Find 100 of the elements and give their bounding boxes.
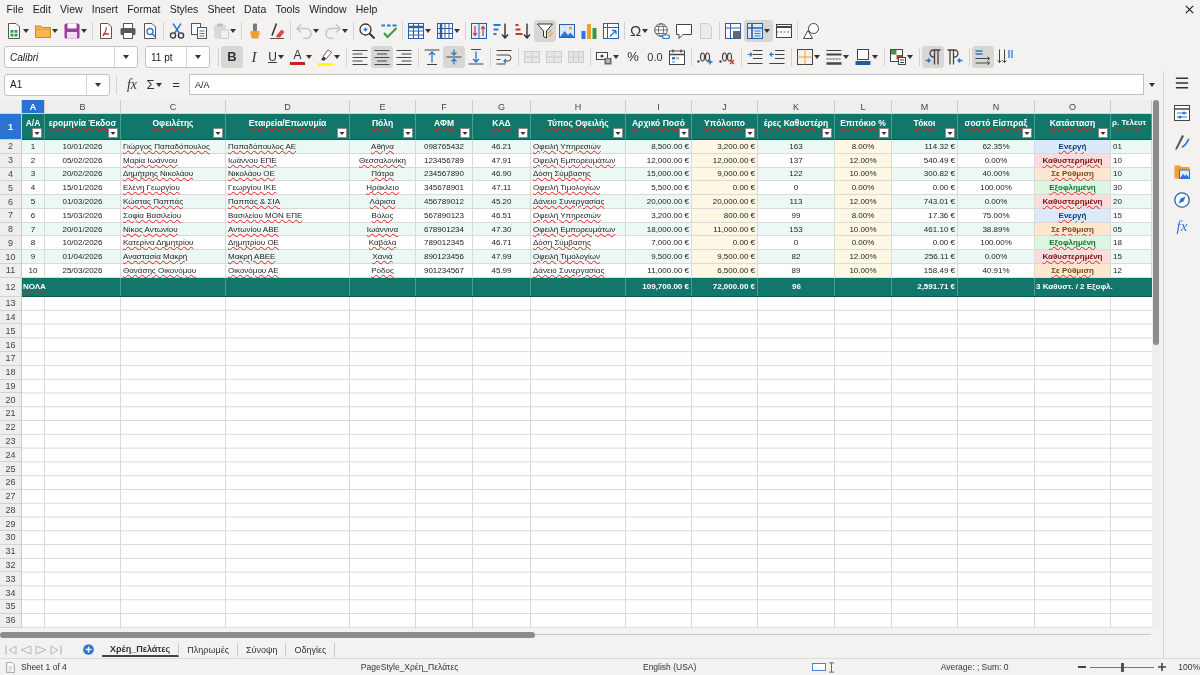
- colored-cells-icon[interactable]: [890, 49, 906, 65]
- slider-thumb[interactable]: [1120, 662, 1124, 672]
- row-number[interactable]: 16: [0, 338, 22, 352]
- percent-format-button[interactable]: %: [622, 46, 644, 68]
- caret-icon[interactable]: [334, 55, 340, 59]
- column-letter[interactable]: J: [692, 100, 758, 114]
- column-letter[interactable]: N: [958, 100, 1035, 114]
- column-letter[interactable]: H: [531, 100, 626, 114]
- text-cursor-icon[interactable]: [829, 661, 835, 673]
- color-bar-icon[interactable]: [318, 62, 333, 66]
- minus-icon[interactable]: [1078, 666, 1087, 668]
- highlighter-icon[interactable]: [319, 48, 332, 62]
- filter-dropdown-icon[interactable]: [213, 128, 223, 138]
- row-number[interactable]: 24: [0, 448, 22, 463]
- functions-button[interactable]: fx: [1174, 218, 1190, 235]
- caret-icon[interactable]: [814, 55, 820, 59]
- row-number[interactable]: 35: [0, 600, 22, 614]
- borders-icon[interactable]: [797, 49, 813, 65]
- column-letter[interactable]: D: [226, 100, 350, 114]
- color-bar-icon[interactable]: [290, 62, 305, 65]
- italic-button[interactable]: I: [243, 46, 265, 68]
- caret-icon[interactable]: [155, 82, 162, 87]
- column-letter[interactable]: F: [416, 100, 473, 114]
- column-letter[interactable]: B: [45, 100, 121, 114]
- row-number[interactable]: 1: [0, 114, 22, 140]
- scrollbar-thumb[interactable]: [1153, 100, 1159, 345]
- row-number[interactable]: 21: [0, 407, 22, 421]
- row-number[interactable]: 20: [0, 393, 22, 408]
- menu-item[interactable]: Help: [351, 1, 382, 17]
- filter-dropdown-icon[interactable]: [108, 128, 118, 138]
- caret-icon[interactable]: [764, 28, 771, 33]
- caret-icon[interactable]: [872, 55, 878, 59]
- row-number[interactable]: 11: [0, 264, 22, 278]
- caret-icon[interactable]: [454, 28, 460, 33]
- filter-dropdown-icon[interactable]: [1022, 128, 1032, 138]
- caret-icon[interactable]: [277, 55, 284, 59]
- filter-dropdown-icon[interactable]: [822, 128, 832, 138]
- caret-icon[interactable]: [642, 28, 649, 33]
- frame-underbar-icon[interactable]: [855, 49, 871, 65]
- folder-picture-icon[interactable]: [1174, 163, 1190, 179]
- language[interactable]: English (USA): [642, 662, 697, 672]
- line-styles-icon[interactable]: [826, 49, 842, 65]
- row-number[interactable]: 6: [0, 195, 22, 209]
- menu-item[interactable]: View: [55, 1, 88, 17]
- highlight-button[interactable]: [315, 46, 343, 68]
- filter-dropdown-icon[interactable]: [460, 128, 470, 138]
- caret-icon[interactable]: [123, 55, 129, 59]
- function-wizard-button[interactable]: fx: [121, 73, 143, 96]
- close-icon[interactable]: [1185, 4, 1194, 14]
- row-number[interactable]: 10: [0, 250, 22, 265]
- row-number[interactable]: 30: [0, 531, 22, 545]
- menu-item[interactable]: File: [2, 1, 29, 17]
- table-rows-icon[interactable]: [408, 22, 424, 39]
- formula-input[interactable]: A/A: [189, 74, 1144, 95]
- sliders-icon[interactable]: [1174, 105, 1190, 121]
- scrollbar-thumb[interactable]: [0, 631, 535, 638]
- row-number[interactable]: 2: [0, 140, 22, 154]
- freeze-button[interactable]: [744, 19, 774, 42]
- special-character-button[interactable]: Ω: [627, 19, 652, 42]
- caret-icon[interactable]: [81, 28, 87, 33]
- formula-button[interactable]: =: [165, 73, 187, 96]
- menu-item[interactable]: Styles: [165, 1, 203, 17]
- table-columns-icon[interactable]: [437, 22, 453, 39]
- filter-dropdown-icon[interactable]: [679, 128, 689, 138]
- row-number[interactable]: 9: [0, 236, 22, 251]
- column-letter[interactable]: I: [626, 100, 692, 114]
- filter-dropdown-icon[interactable]: [518, 128, 528, 138]
- spreadsheet-icon[interactable]: [6, 22, 22, 39]
- menu-item[interactable]: Insert: [87, 1, 123, 17]
- bold-button[interactable]: B: [221, 46, 243, 68]
- filter-dropdown-icon[interactable]: [337, 128, 347, 138]
- filter-dropdown-icon[interactable]: [945, 128, 955, 138]
- sheet-tab[interactable]: Πληρωμές: [179, 642, 238, 657]
- rectangle-icon[interactable]: [812, 663, 827, 671]
- row-number[interactable]: 15: [0, 324, 22, 339]
- caret-icon[interactable]: [1149, 82, 1155, 87]
- caret-icon[interactable]: [52, 28, 58, 33]
- column-letter[interactable]: A: [22, 100, 45, 114]
- menu-item[interactable]: Sheet: [202, 1, 240, 17]
- menu-icon[interactable]: [1175, 76, 1189, 90]
- banknote-icon[interactable]: [596, 49, 612, 65]
- filter-dropdown-icon[interactable]: [1098, 128, 1108, 138]
- select-function-button[interactable]: Σ: [143, 73, 165, 96]
- table-grid-icon[interactable]: [747, 22, 764, 39]
- brush-icon[interactable]: [1174, 134, 1190, 150]
- caret-icon[interactable]: [425, 28, 431, 33]
- filter-dropdown-icon[interactable]: [745, 128, 755, 138]
- menu-item[interactable]: Edit: [28, 1, 56, 17]
- compass-icon[interactable]: [1174, 192, 1190, 208]
- plus-icon[interactable]: [1158, 663, 1167, 671]
- sheet-tab[interactable]: Οδηγίες: [286, 642, 336, 657]
- name-box[interactable]: A1: [4, 73, 110, 96]
- menu-item[interactable]: Tools: [270, 1, 305, 17]
- row-number[interactable]: 29: [0, 517, 22, 532]
- caret-icon[interactable]: [23, 28, 29, 33]
- row-number[interactable]: 33: [0, 572, 22, 587]
- number-format-button[interactable]: 0.0: [644, 46, 666, 68]
- column-letter[interactable]: G: [473, 100, 531, 114]
- column-letter[interactable]: O: [1035, 100, 1111, 114]
- caret-icon[interactable]: [95, 82, 101, 87]
